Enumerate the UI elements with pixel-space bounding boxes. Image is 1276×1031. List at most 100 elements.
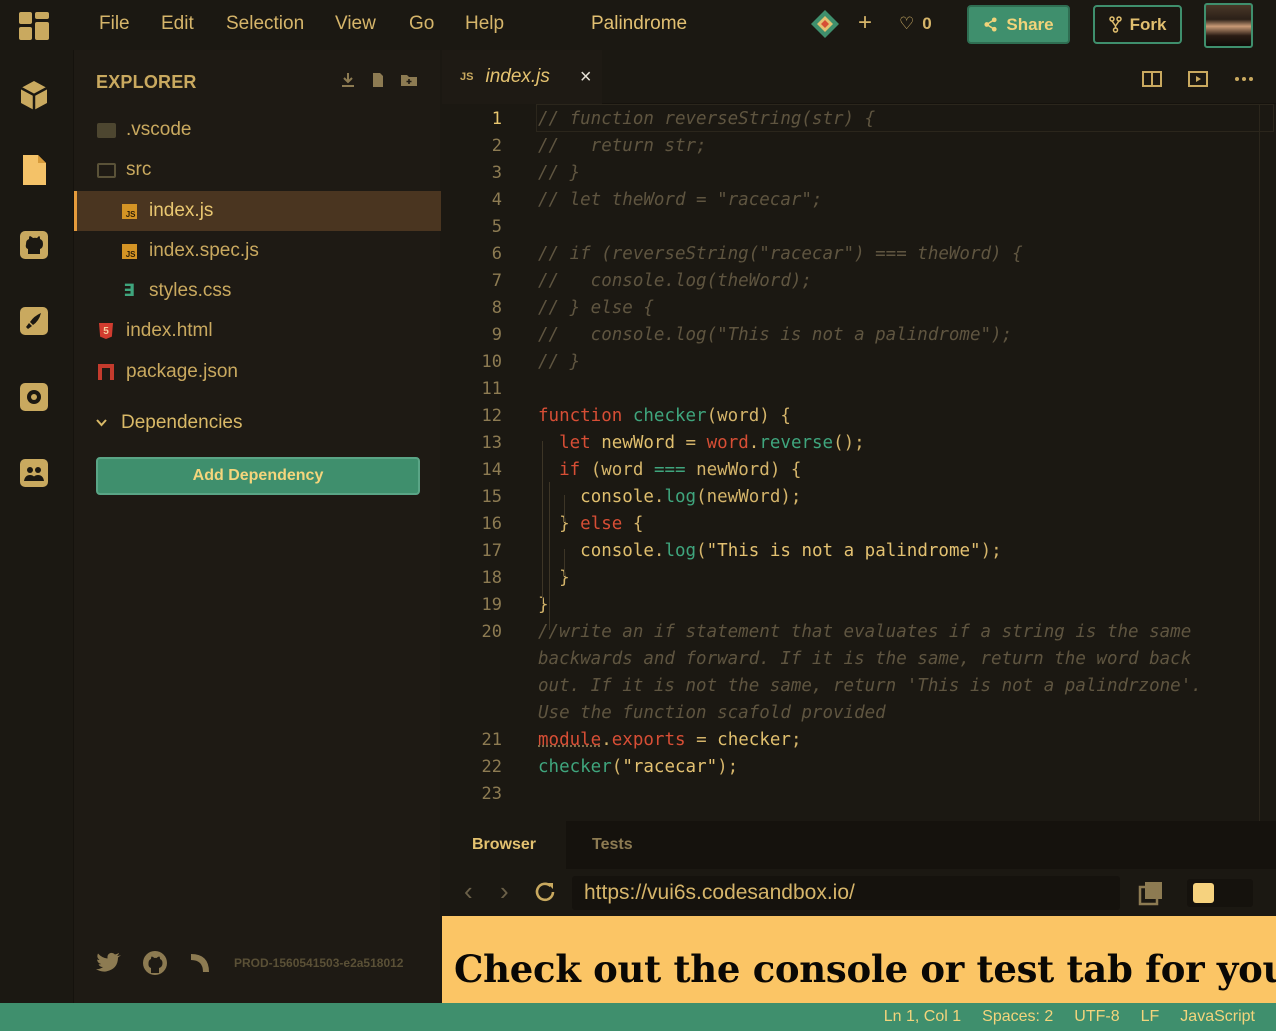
fork-button[interactable]: Fork — [1093, 5, 1182, 44]
share-icon — [984, 17, 997, 32]
cursor-position[interactable]: Ln 1, Col 1 — [884, 1008, 961, 1026]
tree-item-label: index.spec.js — [149, 240, 259, 261]
menu-edit[interactable]: Edit — [161, 13, 194, 35]
github-icon[interactable] — [17, 228, 51, 262]
code-line: 1// function reverseString(str) { — [442, 105, 875, 132]
end-of-line[interactable]: LF — [1141, 1008, 1160, 1026]
line-number: 6 — [491, 243, 502, 264]
indentation[interactable]: Spaces: 2 — [982, 1008, 1053, 1026]
code-line: 17 console.log("This is not a palindrome… — [442, 537, 1002, 564]
line-number: 7 — [491, 270, 502, 291]
user-avatar[interactable] — [1204, 3, 1253, 48]
close-icon[interactable]: × — [580, 66, 592, 89]
tree-file-styles-css[interactable]: ∃ styles.css — [74, 271, 441, 311]
javascript-file-icon: JS — [119, 242, 139, 260]
explorer-title: EXPLORER — [96, 72, 197, 92]
tree-folder-src[interactable]: src — [74, 150, 441, 190]
language-mode[interactable]: JavaScript — [1180, 1008, 1255, 1026]
tree-file-index-spec-js[interactable]: JS index.spec.js — [74, 231, 441, 271]
tree-file-index-html[interactable]: 5 index.html — [74, 311, 441, 351]
folder-open-icon — [96, 161, 116, 179]
indent-guide — [564, 549, 565, 576]
javascript-file-icon: JS — [119, 202, 139, 220]
dependencies-section-toggle[interactable]: Dependencies — [96, 412, 242, 434]
download-icon[interactable] — [340, 72, 356, 88]
open-in-new-window-icon[interactable] — [1138, 880, 1164, 906]
tab-tests[interactable]: Tests — [592, 821, 633, 869]
build-version: PROD-1560541503-e2a518012 — [234, 956, 404, 970]
javascript-file-icon: JS — [460, 71, 474, 83]
share-button[interactable]: Share — [967, 5, 1070, 44]
menu-go[interactable]: Go — [409, 13, 434, 35]
sandbox-info-icon[interactable] — [17, 78, 51, 112]
code-line: 12 function checker(word) { — [442, 402, 791, 429]
sandbox-title[interactable]: Palindrome — [591, 13, 687, 35]
menu-selection[interactable]: Selection — [226, 13, 304, 35]
live-collaboration-icon[interactable] — [17, 456, 51, 490]
code-line: 6// if (reverseString("racecar") === the… — [442, 240, 1023, 267]
codesandbox-logo-icon[interactable] — [19, 12, 49, 40]
new-folder-icon[interactable] — [400, 72, 418, 88]
deployment-rocket-icon[interactable] — [17, 304, 51, 338]
code-line-wrap: Use the function scafold provided — [538, 702, 886, 723]
menu-view[interactable]: View — [335, 13, 376, 35]
menu-file[interactable]: File — [99, 13, 130, 35]
menu-help[interactable]: Help — [465, 13, 504, 35]
like-button[interactable]: ♡ 0 — [899, 14, 932, 34]
line-number: 8 — [491, 297, 502, 318]
dependencies-label: Dependencies — [121, 412, 243, 433]
line-number: 12 — [481, 405, 502, 426]
line-number: 21 — [481, 729, 502, 750]
browser-panel: Browser Tests ‹ › https://vui6s.codesand… — [442, 821, 1276, 1003]
line-number: 20 — [481, 621, 502, 642]
file-explorer-icon[interactable] — [17, 153, 51, 187]
code-line-wrap: out. If it is not the same, return 'This… — [538, 675, 1202, 696]
add-dependency-button[interactable]: Add Dependency — [96, 457, 420, 495]
add-icon[interactable]: + — [858, 9, 872, 37]
tree-folder-vscode[interactable]: .vscode — [74, 110, 441, 150]
line-number: 2 — [491, 135, 502, 156]
split-view-icon[interactable] — [1142, 70, 1162, 88]
line-number: 14 — [481, 459, 502, 480]
css-file-icon: ∃ — [123, 281, 135, 301]
more-options-icon[interactable] — [1234, 76, 1254, 82]
code-line: 14 if (word === newWord) { — [442, 456, 802, 483]
forward-arrow-icon[interactable]: › — [500, 876, 509, 907]
code-line: 5 — [442, 213, 502, 240]
code-line: 20//write an if statement that evaluates… — [442, 618, 1192, 645]
tab-label: index.js — [485, 66, 550, 87]
folder-icon — [96, 121, 116, 139]
new-file-icon[interactable] — [370, 72, 386, 88]
tree-item-label: .vscode — [126, 119, 192, 140]
url-bar-input[interactable]: https://vui6s.codesandbox.io/ — [572, 876, 1120, 910]
spectrum-icon[interactable] — [188, 951, 212, 975]
file-encoding[interactable]: UTF-8 — [1074, 1008, 1119, 1026]
share-label: Share — [1006, 14, 1054, 34]
team-icon[interactable] — [809, 8, 841, 40]
editor-tab-bar: JS index.js × — [442, 50, 1276, 104]
github-footer-icon[interactable] — [142, 950, 168, 976]
line-number: 3 — [491, 162, 502, 183]
top-bar: File Edit Selection View Go Help Palindr… — [0, 0, 1276, 50]
tree-file-index-js[interactable]: JS index.js — [74, 191, 441, 231]
code-line: 18 } — [442, 564, 570, 591]
refresh-icon[interactable] — [533, 880, 557, 904]
line-number: 11 — [481, 378, 502, 399]
settings-gear-icon[interactable] — [17, 380, 51, 414]
back-arrow-icon[interactable]: ‹ — [464, 876, 473, 907]
tab-browser[interactable]: Browser — [442, 821, 566, 869]
console-toggle[interactable] — [1187, 879, 1253, 907]
fork-label: Fork — [1129, 14, 1167, 34]
line-number: 9 — [491, 324, 502, 345]
preview-icon[interactable] — [1188, 70, 1208, 88]
twitter-icon[interactable] — [96, 952, 122, 974]
tab-index-js[interactable]: JS index.js × — [442, 50, 602, 104]
status-bar: Ln 1, Col 1 Spaces: 2 UTF-8 LF JavaScrip… — [0, 1003, 1276, 1031]
line-number: 23 — [481, 783, 502, 804]
html-file-icon: 5 — [96, 322, 116, 340]
line-number: 13 — [481, 432, 502, 453]
code-line: 19} — [442, 591, 549, 618]
tree-file-package-json[interactable]: package.json — [74, 352, 441, 392]
code-line: 23 — [442, 780, 502, 807]
line-number: 16 — [481, 513, 502, 534]
